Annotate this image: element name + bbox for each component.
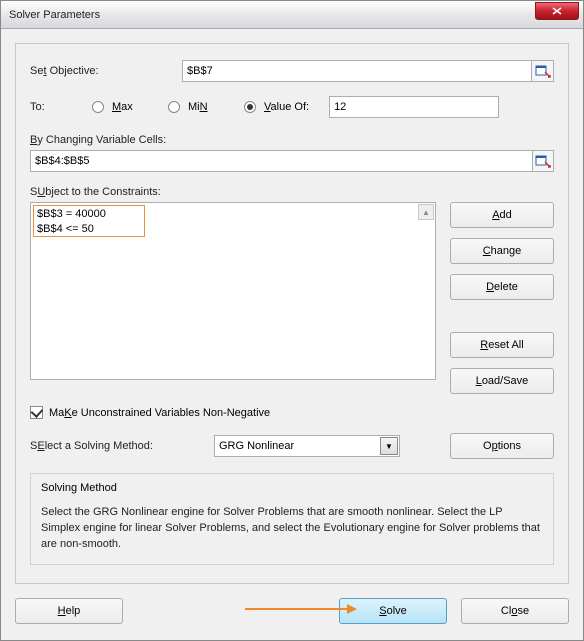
close-icon[interactable] bbox=[535, 2, 579, 20]
constraints-listbox[interactable]: $B$3 = 40000 $B$4 <= 50 ▲ bbox=[30, 202, 436, 380]
range-picker-icon[interactable] bbox=[532, 60, 554, 82]
chevron-down-icon[interactable]: ▼ bbox=[380, 437, 398, 455]
titlebar[interactable]: Solver Parameters bbox=[1, 1, 583, 29]
delete-button[interactable]: Delete bbox=[450, 274, 554, 300]
radio-valueof-label: Value Of: bbox=[264, 101, 309, 113]
changing-label: By Changing Variable Cells: bbox=[30, 134, 554, 146]
annotation-arrow bbox=[245, 608, 355, 610]
objective-label: Set Objective: bbox=[30, 65, 170, 77]
scroll-up-icon[interactable]: ▲ bbox=[418, 204, 434, 220]
add-button[interactable]: Add bbox=[450, 202, 554, 228]
range-picker-icon[interactable] bbox=[533, 150, 554, 172]
nonneg-checkbox[interactable] bbox=[30, 406, 43, 419]
list-item[interactable]: $B$3 = 40000 bbox=[37, 207, 429, 222]
solver-dialog: Solver Parameters Set Objective: $B$7 To… bbox=[0, 0, 584, 641]
window-title: Solver Parameters bbox=[9, 9, 535, 21]
objective-input[interactable]: $B$7 bbox=[182, 60, 532, 82]
reset-button[interactable]: Reset All bbox=[450, 332, 554, 358]
loadsave-button[interactable]: Load/Save bbox=[450, 368, 554, 394]
list-item[interactable]: $B$4 <= 50 bbox=[37, 222, 429, 237]
desc-text: Select the GRG Nonlinear engine for Solv… bbox=[41, 504, 543, 552]
radio-max-label: Max bbox=[112, 101, 160, 113]
desc-title: Solving Method bbox=[41, 482, 543, 494]
method-select[interactable]: GRG Nonlinear ▼ bbox=[214, 435, 400, 457]
radio-min-label: MiN bbox=[188, 101, 236, 113]
options-button[interactable]: Options bbox=[450, 433, 554, 459]
solving-method-description: Solving Method Select the GRG Nonlinear … bbox=[30, 473, 554, 565]
to-label: To: bbox=[30, 101, 84, 113]
help-button[interactable]: Help bbox=[15, 598, 123, 624]
change-button[interactable]: Change bbox=[450, 238, 554, 264]
close-button[interactable]: Close bbox=[461, 598, 569, 624]
changing-input[interactable]: $B$4:$B$5 bbox=[30, 150, 533, 172]
constraints-label: SUbject to the Constraints: bbox=[30, 186, 554, 198]
radio-valueof[interactable] bbox=[244, 101, 256, 113]
radio-min[interactable] bbox=[168, 101, 180, 113]
valueof-input[interactable] bbox=[329, 96, 499, 118]
method-label: SElect a Solving Method: bbox=[30, 440, 198, 452]
radio-max[interactable] bbox=[92, 101, 104, 113]
nonneg-label: MaKe Unconstrained Variables Non-Negativ… bbox=[49, 407, 270, 419]
